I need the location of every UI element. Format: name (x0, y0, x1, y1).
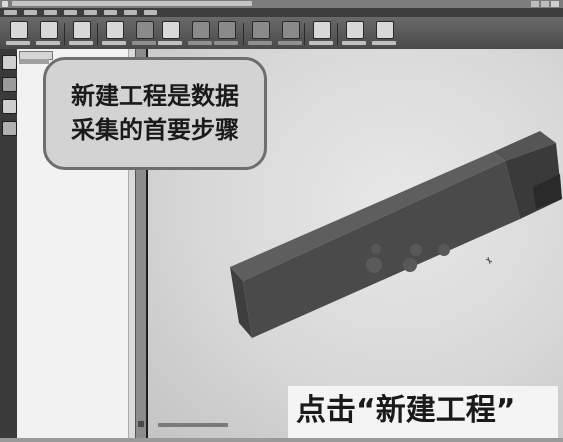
strip-tool-icon-4[interactable] (2, 121, 17, 136)
strip-tool-icon-2[interactable] (2, 77, 17, 92)
bottom-caption-text: 点击“新建工程” (296, 393, 516, 428)
toolbar-icon-9 (252, 21, 270, 39)
toolbar-icon-5 (136, 21, 154, 39)
splitter-handle[interactable] (138, 421, 144, 427)
toolbar-separator (97, 23, 98, 45)
toolbar-icon-12 (346, 21, 364, 39)
open-project-button[interactable] (34, 21, 62, 47)
toolbar-label-12 (342, 41, 366, 45)
menu-bar (0, 8, 563, 17)
toolbar-label-8 (214, 41, 238, 45)
menu-item-3[interactable] (44, 10, 57, 15)
toolbar-icon-8 (218, 21, 236, 39)
toolbar (0, 17, 563, 50)
save-as-button[interactable] (307, 21, 335, 47)
new-project-button[interactable] (4, 21, 32, 47)
toolbar-button-4[interactable] (100, 21, 128, 47)
toolbar-button-3[interactable] (67, 21, 95, 47)
toolbar-icon-4 (106, 21, 124, 39)
toolbar-icon-3 (73, 21, 91, 39)
maximize-button[interactable] (541, 1, 549, 7)
toolbar-separator (64, 23, 65, 45)
toolbar-button-13[interactable] (370, 21, 398, 47)
minimize-button[interactable] (531, 1, 539, 7)
menu-item-1[interactable] (4, 10, 17, 15)
model-hole-3 (410, 244, 422, 256)
toolbar-separator (304, 23, 305, 45)
toolbar-button-8[interactable] (212, 21, 240, 47)
toolbar-button-9[interactable] (246, 21, 274, 47)
toolbar-separator (243, 23, 244, 45)
toolbar-label-7 (188, 41, 212, 45)
toolbar-label-13 (372, 41, 396, 45)
open-project-label (36, 41, 60, 45)
toolbar-icon-6 (162, 21, 180, 39)
menu-item-5[interactable] (84, 10, 97, 15)
toolbar-label-6 (158, 41, 182, 45)
toolbar-button-12[interactable] (340, 21, 368, 47)
toolbar-label-4 (102, 41, 126, 45)
new-project-icon (10, 21, 28, 39)
menu-item-7[interactable] (124, 10, 137, 15)
caption-line-2: 采集的首要步骤 (71, 116, 239, 144)
bottom-caption: 点击“新建工程” (288, 386, 558, 438)
toolbar-label-5 (132, 41, 156, 45)
save-as-label (309, 41, 333, 45)
toolbar-button-10[interactable] (276, 21, 304, 47)
menu-item-8[interactable] (144, 10, 157, 15)
menu-item-6[interactable] (104, 10, 117, 15)
model-hole-4 (438, 244, 450, 256)
window-title (12, 1, 252, 6)
toolbar-label-10 (278, 41, 302, 45)
scan-artifact (485, 256, 493, 265)
toolbar-label-3 (69, 41, 93, 45)
caption-line-1: 新建工程是数据 (71, 82, 239, 110)
layers-icon[interactable] (2, 55, 17, 70)
close-button[interactable] (551, 1, 559, 7)
toolbar-icon-7 (192, 21, 210, 39)
toolbar-separator (337, 23, 338, 45)
new-project-label (6, 41, 30, 45)
app-icon (2, 1, 8, 7)
left-tool-strip (0, 49, 17, 438)
model-hole-2 (403, 258, 417, 272)
strip-tool-icon-3[interactable] (2, 99, 17, 114)
toolbar-button-5[interactable] (130, 21, 158, 47)
model-hole-1 (366, 257, 382, 273)
menu-item-2[interactable] (24, 10, 37, 15)
side-panel-tab-label (19, 59, 49, 64)
open-project-icon (40, 21, 58, 39)
overlay-caption: 新建工程是数据 采集的首要步骤 (43, 57, 267, 170)
toolbar-label-9 (248, 41, 272, 45)
gear-icon (376, 21, 394, 39)
menu-item-4[interactable] (64, 10, 77, 15)
toolbar-icon-10 (282, 21, 300, 39)
model-hole-5 (371, 244, 381, 254)
save-icon (313, 21, 331, 39)
status-line (158, 423, 228, 427)
title-bar (0, 0, 563, 8)
toolbar-button-7[interactable] (186, 21, 214, 47)
toolbar-button-6[interactable] (156, 21, 184, 47)
